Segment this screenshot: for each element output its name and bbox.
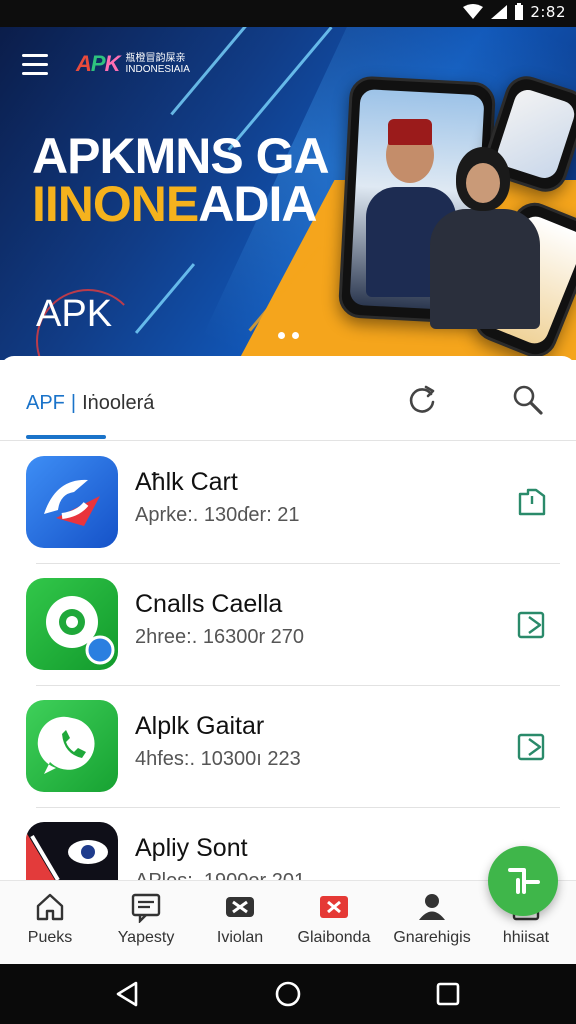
carousel-dot[interactable] xyxy=(292,332,299,339)
man-illustration xyxy=(388,119,432,145)
tab-brand-right: Iṅoolerá xyxy=(82,392,155,414)
status-icons: 2:82 xyxy=(462,3,566,21)
hero-title-part2: ADIA xyxy=(198,176,317,232)
tab-brand-left: APF xyxy=(26,392,65,414)
nav-label: Iviolan xyxy=(216,929,264,946)
system-nav-bar xyxy=(0,964,576,1024)
hero-title-part1: IINONE xyxy=(32,176,199,232)
app-name: Alplk Gaitar xyxy=(135,712,265,740)
app-name: Aħlk Cart xyxy=(135,468,238,496)
app-icon xyxy=(26,700,118,792)
nav-item-home[interactable]: Pueks xyxy=(2,891,98,961)
app-name: Cnalls Caella xyxy=(135,590,283,618)
chat-icon xyxy=(131,893,161,923)
tab-bar: APF | Iṅoolerá xyxy=(0,356,576,441)
list-item[interactable]: Cnalls Caella 2hree:. 16300r 270 xyxy=(0,564,576,686)
woman-illustration xyxy=(430,209,540,329)
nav-label: hhiisat xyxy=(502,929,550,946)
app-name: Apliy Sont xyxy=(135,834,248,862)
game-icon xyxy=(226,897,254,917)
list-item[interactable]: Alplk Gaitar 4hfes:. 10300ı 223 xyxy=(0,686,576,808)
hero-stripe xyxy=(134,263,196,334)
tab-indicator xyxy=(26,435,106,439)
logo-text: 瓶橙冒韵屎亲 INDONESIAIA xyxy=(125,53,189,75)
status-time: 2:82 xyxy=(530,3,566,21)
refresh-icon[interactable] xyxy=(404,382,440,418)
logo-mark: APK xyxy=(76,51,120,76)
nav-label: Glaibonda xyxy=(297,929,371,946)
logo-text-line1: 瓶橙冒韵屎亲 xyxy=(125,53,186,64)
carousel-indicator[interactable] xyxy=(278,332,299,339)
app-icon xyxy=(26,456,118,548)
nav-item-video[interactable]: Glaibonda xyxy=(286,891,382,961)
battery-icon xyxy=(515,3,524,20)
open-icon[interactable] xyxy=(516,486,548,518)
tab-brand[interactable]: APF | Iṅoolerá xyxy=(26,392,154,415)
signal-icon xyxy=(491,5,508,19)
status-bar: 2:82 xyxy=(0,0,576,27)
hero-banner[interactable]: APK 瓶橙冒韵屎亲 INDONESIAIA APKMNS GA IINONEA… xyxy=(0,27,576,360)
woman-illustration xyxy=(466,163,500,203)
fab-icon xyxy=(508,868,540,894)
logo-text-line2: INDONESIAIA xyxy=(125,64,190,75)
app-subtitle: 2hree:. 16300r 270 xyxy=(135,626,305,648)
person-icon xyxy=(419,894,445,920)
list-item[interactable]: Aħlk Cart Aprke:. 130ɗer: 21 xyxy=(0,442,576,564)
nav-item-games[interactable]: Iviolan xyxy=(192,891,288,961)
back-icon[interactable] xyxy=(114,980,142,1008)
nav-label: Gnarehigis xyxy=(393,929,471,946)
search-icon[interactable] xyxy=(510,382,546,418)
nav-label: Pueks xyxy=(27,929,73,946)
menu-icon[interactable] xyxy=(22,54,48,76)
nav-label: Yapesty xyxy=(117,929,175,946)
home-icon xyxy=(36,893,64,921)
carousel-dot[interactable] xyxy=(278,332,285,339)
home-circle-icon[interactable] xyxy=(274,980,302,1008)
hero-title-line2: IINONEADIA xyxy=(32,175,317,233)
edit-icon[interactable] xyxy=(516,608,548,640)
app-subtitle: 4hfes:. 10300ı 223 xyxy=(135,748,301,770)
app-subtitle: Aprke:. 130ɗer: 21 xyxy=(135,504,300,526)
edit-icon[interactable] xyxy=(516,730,548,762)
wifi-icon xyxy=(463,4,484,19)
nav-item-profile[interactable]: Gnarehigis xyxy=(384,891,480,961)
nav-item-chat[interactable]: Yapesty xyxy=(98,891,194,961)
fab-button[interactable] xyxy=(488,846,558,916)
app-logo: APK 瓶橙冒韵屎亲 INDONESIAIA xyxy=(76,51,190,77)
video-icon xyxy=(320,896,348,918)
app-icon xyxy=(26,578,118,670)
recents-icon[interactable] xyxy=(434,980,462,1008)
hero-badge-text: APK xyxy=(36,293,113,335)
